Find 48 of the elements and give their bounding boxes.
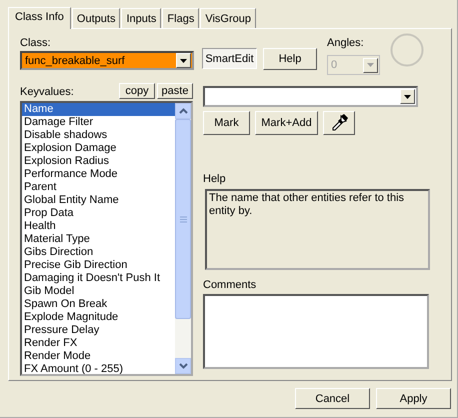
- list-item[interactable]: Health: [22, 220, 175, 233]
- eyedropper-button[interactable]: [323, 111, 355, 135]
- mark-add-button[interactable]: Mark+Add: [255, 111, 318, 135]
- tab[interactable]: Outputs: [72, 8, 120, 28]
- list-item[interactable]: Global Entity Name: [22, 194, 175, 207]
- scroll-up-icon[interactable]: [175, 103, 191, 119]
- help-button[interactable]: Help: [263, 48, 317, 70]
- value-combo[interactable]: [203, 86, 418, 107]
- list-item[interactable]: Parent: [22, 181, 175, 194]
- list-item[interactable]: Explosion Damage: [22, 142, 175, 155]
- list-item[interactable]: Damage Filter: [22, 116, 175, 129]
- list-item[interactable]: Gib Model: [22, 285, 175, 298]
- list-item[interactable]: Pressure Delay: [22, 324, 175, 337]
- scroll-down-icon[interactable]: [175, 358, 191, 374]
- tab[interactable]: Flags: [162, 8, 200, 28]
- list-item[interactable]: Disable shadows: [22, 129, 175, 142]
- list-item[interactable]: Explosion Radius: [22, 155, 175, 168]
- class-label: Class:: [20, 37, 52, 50]
- scrollbar[interactable]: [175, 103, 191, 374]
- list-item[interactable]: Prop Data: [22, 207, 175, 220]
- paste-button[interactable]: paste: [157, 83, 193, 99]
- list-item[interactable]: FX Amount (0 - 255): [22, 363, 175, 374]
- tab[interactable]: Class Info: [8, 7, 71, 29]
- smartedit-button[interactable]: SmartEdit: [202, 48, 257, 69]
- list-item[interactable]: Name: [22, 103, 175, 116]
- list-item[interactable]: Render FX: [22, 337, 175, 350]
- tab[interactable]: VisGroup: [200, 8, 256, 28]
- list-item[interactable]: Explode Magnitude: [22, 311, 175, 324]
- help-label: Help: [203, 173, 227, 186]
- list-item[interactable]: Render Mode: [22, 350, 175, 363]
- list-item[interactable]: Material Type: [22, 233, 175, 246]
- class-combo[interactable]: func_breakable_surf: [20, 51, 194, 70]
- list-item[interactable]: Gibs Direction: [22, 246, 175, 259]
- help-text-box: The name that other entities refer to this entity by.: [205, 189, 430, 270]
- scrollbar-thumb[interactable]: [175, 119, 191, 319]
- cancel-button[interactable]: Cancel: [295, 388, 370, 409]
- list-item[interactable]: Spawn On Break: [22, 298, 175, 311]
- copy-button[interactable]: copy: [119, 83, 155, 99]
- apply-button[interactable]: Apply: [376, 388, 451, 409]
- tab[interactable]: Inputs: [121, 8, 162, 28]
- keyvalues-label: Keyvalues:: [20, 86, 74, 99]
- comments-label: Comments: [203, 279, 258, 292]
- list-item[interactable]: Performance Mode: [22, 168, 175, 181]
- angles-label: Angles:: [327, 37, 365, 50]
- list-item[interactable]: Precise Gib Direction: [22, 259, 175, 272]
- comments-field[interactable]: [203, 294, 429, 369]
- mark-button[interactable]: Mark: [203, 111, 250, 135]
- list-item[interactable]: Damaging it Doesn't Push It: [22, 272, 175, 285]
